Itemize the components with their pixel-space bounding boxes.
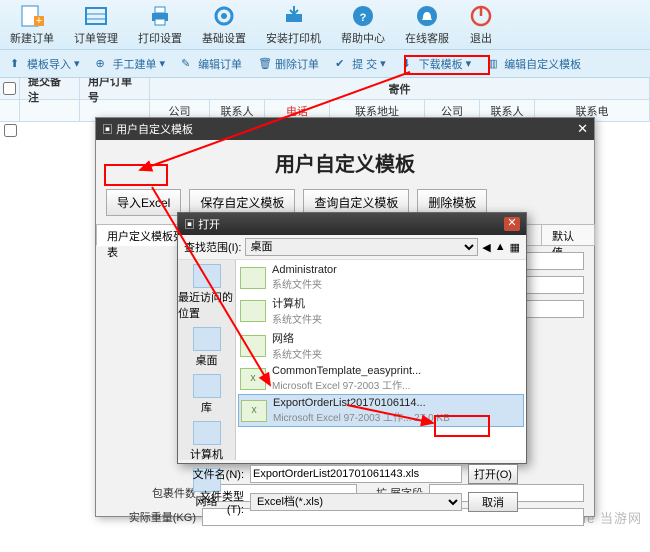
main-toolbar: + 新建订单 订单管理 打印设置 基础设置 安装打印机 ? 帮助中心 在线客服 … [0, 0, 650, 50]
sb-import[interactable]: ⬆模板导入▾ [4, 54, 86, 74]
cancel-button[interactable]: 取消 [468, 492, 518, 512]
computer-icon [193, 421, 221, 445]
excel-icon: X [241, 400, 267, 422]
annotation-arrow-1 [130, 70, 430, 190]
help-icon: ? [351, 4, 375, 28]
select-all-checkbox[interactable] [3, 82, 16, 95]
filename-label: 文件名(N): [186, 466, 244, 482]
filename-input[interactable] [250, 465, 462, 483]
close-icon[interactable]: ✕ [577, 121, 588, 137]
trash-icon: 🗑 [258, 57, 272, 71]
tb-support[interactable]: 在线客服 [395, 0, 459, 49]
pencil-icon: ✎ [181, 57, 195, 71]
place-computer[interactable]: 计算机 [190, 421, 223, 462]
new-order-icon: + [20, 4, 44, 28]
file-dialog-footer: 文件名(N): 打开(O) 文件类型(T): Excel档(*.xls) 取消 [178, 460, 526, 520]
back-icon[interactable]: ◀ [482, 241, 490, 254]
tb-print-settings[interactable]: 打印设置 [128, 0, 192, 49]
close-icon[interactable]: ✕ [504, 217, 520, 231]
tb-basic-settings[interactable]: 基础设置 [192, 0, 256, 49]
install-printer-icon [282, 4, 306, 28]
annotation-arrow-2 [150, 185, 310, 395]
gear-icon [212, 4, 236, 28]
template-icon: ▣ [102, 124, 113, 136]
sb-edit-custom[interactable]: ▥编辑自定义模板 [481, 54, 587, 74]
chevron-down-icon: ▾ [74, 57, 80, 70]
plus-icon: ⊕ [96, 57, 110, 71]
power-icon [469, 4, 493, 28]
tb-help[interactable]: ? 帮助中心 [331, 0, 395, 49]
annotation-arrow-3 [345, 395, 445, 435]
up-icon[interactable]: ▲ [495, 241, 506, 253]
filetype-select[interactable]: Excel档(*.xls) [250, 493, 462, 511]
tb-new-order[interactable]: + 新建订单 [0, 0, 64, 49]
row-checkbox[interactable] [4, 124, 17, 137]
upload-icon: ⬆ [10, 57, 24, 71]
open-button[interactable]: 打开(O) [468, 464, 518, 484]
printer-icon [148, 4, 172, 28]
tab-default-2[interactable]: 默认值 [541, 224, 595, 246]
bell-icon [415, 4, 439, 28]
highlight-box-3 [434, 415, 490, 437]
tb-exit[interactable]: 退出 [459, 0, 503, 49]
filetype-label: 文件类型(T): [186, 488, 244, 516]
view-icon[interactable]: ▦ [510, 241, 520, 254]
col-remark: 提交备注 [20, 78, 80, 99]
svg-text:+: + [36, 15, 42, 27]
tb-install-printer[interactable]: 安装打印机 [256, 0, 331, 49]
check-icon: ✔ [335, 57, 349, 71]
svg-text:?: ? [360, 12, 367, 24]
order-mgmt-icon [84, 4, 108, 28]
tb-order-mgmt[interactable]: 订单管理 [64, 0, 128, 49]
